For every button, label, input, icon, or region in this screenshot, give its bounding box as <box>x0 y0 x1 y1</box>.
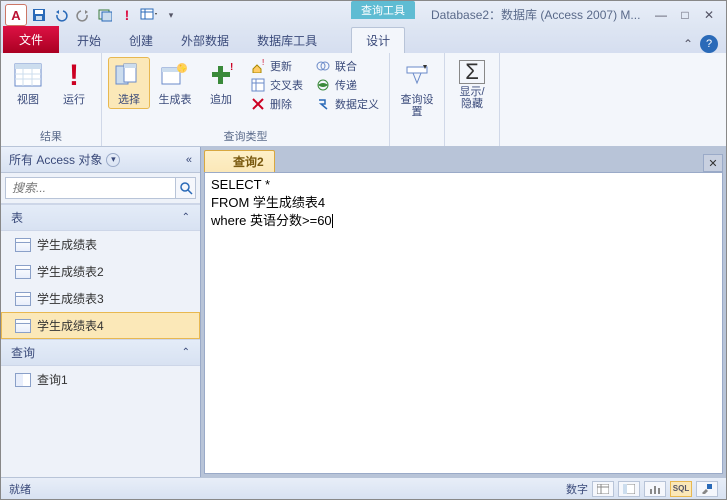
help-icon[interactable]: ? <box>700 35 718 53</box>
crosstab-icon <box>250 77 266 93</box>
svg-text:✨: ✨ <box>177 64 187 73</box>
maximize-button[interactable]: □ <box>674 6 696 24</box>
query-setup-button[interactable]: 查询设置 <box>396 57 438 121</box>
table-icon <box>15 319 31 333</box>
data-definition-button[interactable]: 数据定义 <box>311 95 383 113</box>
maketable-icon: ✨ <box>159 60 191 92</box>
ribbon: 视图 ! 运行 结果 选择 ✨ 生成表 ! <box>1 53 726 147</box>
passthrough-button[interactable]: 传递 <box>311 76 383 94</box>
undo-icon[interactable] <box>51 5 71 25</box>
group-query-type: 选择 ✨ 生成表 ! 追加 !更新 交叉表 删除 联合 传递 <box>102 53 390 146</box>
window-title: Database2：数据库 (Access 2007) M... <box>431 6 640 23</box>
ribbon-minimize-icon[interactable]: ⌃ <box>680 36 696 52</box>
save-icon[interactable] <box>29 5 49 25</box>
nav-filter-dropdown-icon[interactable]: ▾ <box>106 153 120 167</box>
chevron-up-icon: ⌃ <box>182 212 190 223</box>
datasheet-view-button[interactable] <box>592 481 614 497</box>
navigation-pane: 所有 Access 对象 ▾ « 表⌃ 学生成绩表 学生成绩表2 学生成绩表3 … <box>1 147 201 477</box>
table-dropdown-icon[interactable] <box>139 5 159 25</box>
run-button[interactable]: ! 运行 <box>53 57 95 109</box>
sql-view-button[interactable]: SQL <box>670 481 692 497</box>
document-tab[interactable]: 查询2 <box>204 150 275 172</box>
nav-pane-header[interactable]: 所有 Access 对象 ▾ « <box>1 147 200 173</box>
tab-database-tools[interactable]: 数据库工具 <box>243 28 331 53</box>
category-queries[interactable]: 查询⌃ <box>1 339 200 366</box>
text-caret <box>332 214 333 228</box>
title-bar: A ! ▾ 查询工具 Database2：数据库 (Access 2007) M… <box>1 1 726 29</box>
tab-external-data[interactable]: 外部数据 <box>167 28 243 53</box>
query-icon <box>15 373 31 387</box>
document-tabs: 查询2 ✕ <box>204 150 723 172</box>
contextual-tab-header: 查询工具 <box>351 1 415 19</box>
table-icon <box>15 292 31 306</box>
svg-text:!: ! <box>262 59 264 67</box>
nav-collapse-icon[interactable]: « <box>186 154 192 166</box>
search-input[interactable] <box>5 177 175 199</box>
table-item[interactable]: 学生成绩表3 <box>1 285 200 312</box>
union-icon <box>315 58 331 74</box>
priority-icon[interactable]: ! <box>117 5 137 25</box>
delete-icon <box>250 96 266 112</box>
update-icon: ! <box>250 58 266 74</box>
passthrough-icon <box>315 77 331 93</box>
design-view-button[interactable] <box>696 481 718 497</box>
close-button[interactable]: ✕ <box>698 6 720 24</box>
numlock-indicator: 数字 <box>566 481 588 497</box>
svg-text:!: ! <box>230 62 233 73</box>
status-bar: 就绪 数字 SQL <box>1 477 726 499</box>
minimize-button[interactable]: ― <box>650 6 672 24</box>
select-icon <box>113 60 145 92</box>
pivot-view-button[interactable] <box>618 481 640 497</box>
table-item[interactable]: 学生成绩表4 <box>1 312 200 339</box>
group-query-setup: 查询设置 <box>390 53 445 146</box>
tab-file[interactable]: 文件 <box>3 26 59 53</box>
make-table-button[interactable]: ✨ 生成表 <box>154 57 196 109</box>
show-hide-button[interactable]: Σ 显示/隐藏 <box>451 57 493 113</box>
qat-customize-icon[interactable]: ▾ <box>161 5 181 25</box>
chevron-up-icon: ⌃ <box>182 347 190 358</box>
append-button[interactable]: ! 追加 <box>200 57 242 109</box>
datadef-icon <box>315 96 331 112</box>
query-icon <box>215 156 229 168</box>
document-area: 查询2 ✕ SELECT * FROM 学生成绩表4 where 英语分数>=6… <box>201 147 726 477</box>
group-results: 视图 ! 运行 结果 <box>1 53 102 146</box>
group-show-hide: Σ 显示/隐藏 <box>445 53 500 146</box>
chart-view-button[interactable] <box>644 481 666 497</box>
table-item[interactable]: 学生成绩表2 <box>1 258 200 285</box>
category-tables[interactable]: 表⌃ <box>1 204 200 231</box>
select-query-button[interactable]: 选择 <box>108 57 150 109</box>
sql-editor[interactable]: SELECT * FROM 学生成绩表4 where 英语分数>=60 <box>204 172 723 474</box>
sigma-icon: Σ <box>459 60 485 84</box>
querysetup-icon <box>401 60 433 92</box>
ribbon-tabs: 文件 开始 创建 外部数据 数据库工具 设计 ⌃ ? <box>1 29 726 53</box>
union-button[interactable]: 联合 <box>311 57 383 75</box>
datasheet-icon <box>12 60 44 92</box>
query-item[interactable]: 查询1 <box>1 366 200 393</box>
view-button[interactable]: 视图 <box>7 57 49 109</box>
app-window: A ! ▾ 查询工具 Database2：数据库 (Access 2007) M… <box>0 0 727 500</box>
tab-home[interactable]: 开始 <box>63 28 115 53</box>
qat-icon[interactable] <box>95 5 115 25</box>
table-icon <box>15 238 31 252</box>
crosstab-button[interactable]: 交叉表 <box>246 76 307 94</box>
table-icon <box>15 265 31 279</box>
update-button[interactable]: !更新 <box>246 57 307 75</box>
nav-search <box>1 173 200 204</box>
append-icon: ! <box>205 60 237 92</box>
search-icon[interactable] <box>175 177 196 199</box>
quick-access-toolbar: A ! ▾ <box>1 1 185 29</box>
app-icon[interactable]: A <box>5 4 27 26</box>
delete-button[interactable]: 删除 <box>246 95 307 113</box>
run-icon: ! <box>58 60 90 92</box>
redo-icon[interactable] <box>73 5 93 25</box>
workspace: 所有 Access 对象 ▾ « 表⌃ 学生成绩表 学生成绩表2 学生成绩表3 … <box>1 147 726 477</box>
tab-design[interactable]: 设计 <box>351 27 405 53</box>
status-text: 就绪 <box>9 481 31 497</box>
tab-create[interactable]: 创建 <box>115 28 167 53</box>
window-controls: ― □ ✕ <box>650 1 726 29</box>
table-item[interactable]: 学生成绩表 <box>1 231 200 258</box>
document-close-button[interactable]: ✕ <box>703 154 723 172</box>
